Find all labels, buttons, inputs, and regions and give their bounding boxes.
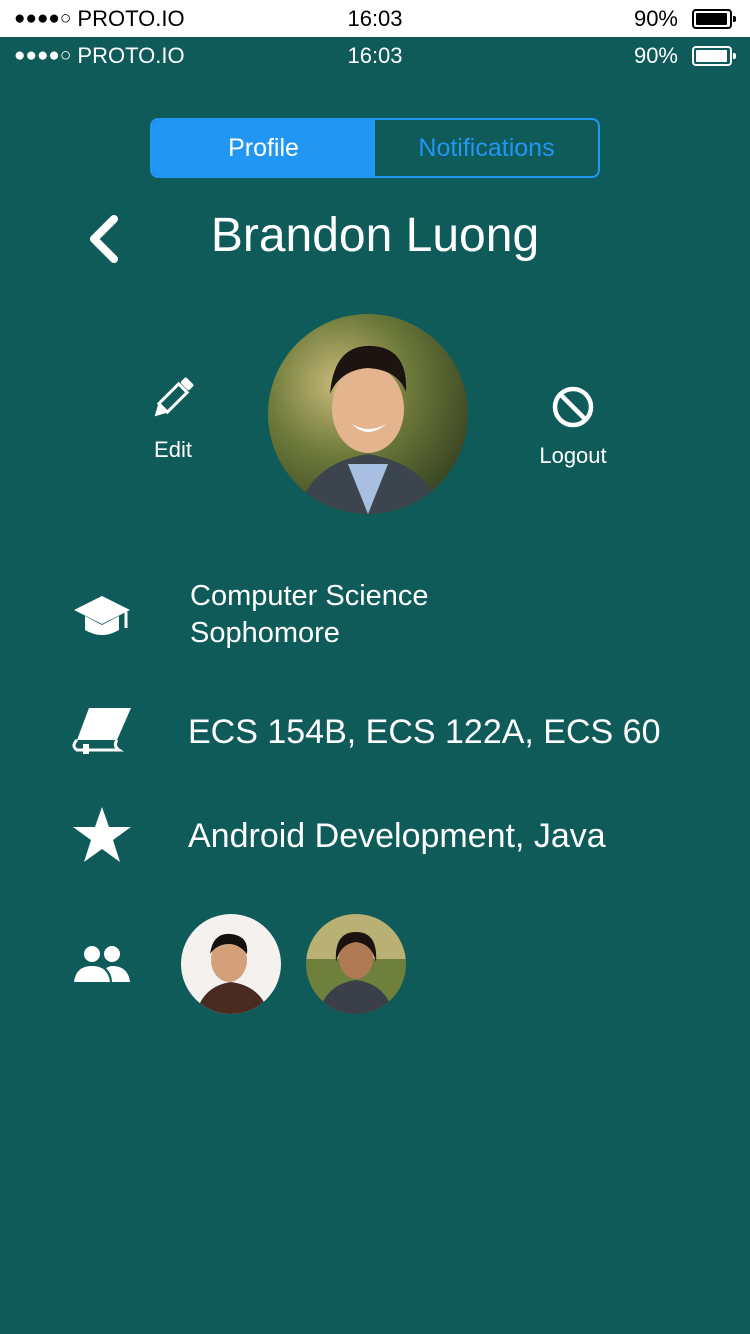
battery-percent: 90% bbox=[633, 42, 678, 68]
battery-icon bbox=[692, 8, 736, 29]
tab-profile[interactable]: Profile bbox=[152, 120, 375, 176]
logout-label: Logout bbox=[539, 443, 607, 468]
major-text: Computer Science bbox=[190, 580, 429, 612]
pencil-icon bbox=[154, 377, 194, 417]
profile-avatar bbox=[268, 314, 468, 514]
logout-button[interactable]: Logout bbox=[513, 384, 633, 469]
year-text: Sophomore bbox=[190, 617, 340, 649]
status-bar-light: ●●●●○ PROTO.IO 16:03 90% bbox=[0, 0, 750, 37]
profile-tabs: Profile Notifications bbox=[150, 118, 600, 178]
education-info: Computer Science Sophomore bbox=[190, 578, 429, 652]
edit-label: Edit bbox=[154, 437, 192, 462]
edit-button[interactable]: Edit bbox=[113, 372, 233, 463]
battery-icon bbox=[692, 45, 736, 66]
group-icon bbox=[70, 944, 134, 984]
friend-photo bbox=[306, 914, 406, 1014]
profile-name: Brandon Luong bbox=[210, 209, 540, 262]
battery-percent: 90% bbox=[633, 5, 678, 31]
friend-avatar[interactable] bbox=[181, 914, 281, 1014]
tab-notifications[interactable]: Notifications bbox=[375, 120, 598, 176]
friend-avatar[interactable] bbox=[306, 914, 406, 1014]
graduation-cap-icon bbox=[70, 594, 134, 642]
skills-text: Android Development, Java bbox=[188, 817, 606, 855]
book-icon bbox=[70, 706, 134, 754]
status-bar-dark: ●●●●○ PROTO.IO 16:03 90% bbox=[0, 37, 750, 74]
courses-text: ECS 154B, ECS 122A, ECS 60 bbox=[188, 713, 661, 751]
ban-icon bbox=[552, 386, 594, 428]
friend-photo bbox=[181, 914, 281, 1014]
avatar-photo bbox=[268, 314, 468, 514]
star-icon bbox=[70, 806, 134, 864]
